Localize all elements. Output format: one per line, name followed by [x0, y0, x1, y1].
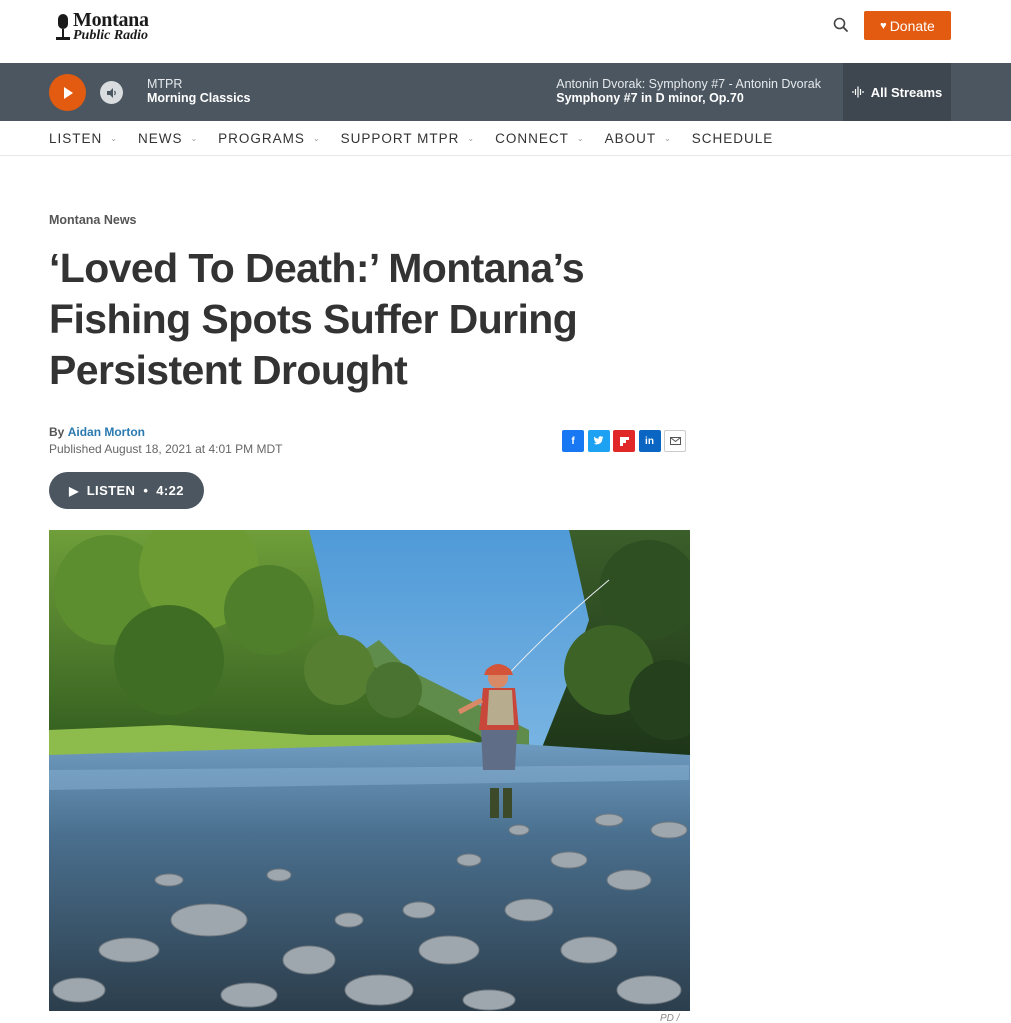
heart-icon: ♥: [880, 19, 887, 32]
all-streams-button[interactable]: All Streams: [843, 63, 951, 121]
now-playing-title: Symphony #7 in D minor, Op.70: [556, 90, 744, 105]
article-photo: [49, 530, 690, 1011]
logo-line-1: Montana: [73, 9, 149, 31]
site-logo[interactable]: Montana Public Radio: [56, 10, 149, 43]
search-icon[interactable]: [831, 15, 851, 35]
nav-item-programs[interactable]: PROGRAMS ⌄: [218, 131, 320, 146]
nav-label: ABOUT: [604, 130, 657, 146]
all-streams-label: All Streams: [870, 84, 943, 100]
nav-item-schedule[interactable]: SCHEDULE: [692, 131, 774, 146]
published-date: Published August 18, 2021 at 4:01 PM MDT: [49, 442, 283, 456]
listen-label: LISTEN: [86, 483, 136, 498]
nav-label: SCHEDULE: [691, 130, 774, 146]
fly-fishing-river-image: [49, 530, 690, 1011]
article-category[interactable]: Montana News: [49, 213, 137, 227]
separator-dot: •: [143, 483, 149, 498]
twitter-icon[interactable]: [587, 430, 610, 452]
photo-credit: PD /: [660, 1013, 680, 1023]
nav-label: LISTEN: [49, 130, 103, 146]
play-button[interactable]: [49, 74, 86, 111]
chevron-down-icon: ⌄: [110, 133, 118, 143]
chevron-down-icon: ⌄: [467, 133, 476, 143]
linkedin-icon[interactable]: in: [638, 430, 661, 452]
live-stream-player: MTPR Morning Classics Antonin Dvorak: Sy…: [0, 63, 1011, 121]
play-icon: ▶: [69, 483, 79, 498]
logo-line-2: Public Radio: [73, 28, 149, 43]
nav-label: SUPPORT MTPR: [340, 130, 460, 146]
volume-button[interactable]: [100, 81, 123, 104]
audio-wave-icon: [852, 86, 864, 98]
nav-label: CONNECT: [495, 130, 569, 146]
nav-item-news[interactable]: NEWS ⌄: [138, 131, 198, 146]
nav-item-listen[interactable]: LISTEN ⌄: [49, 131, 118, 146]
donate-button[interactable]: ♥ Donate: [864, 11, 951, 40]
byline: By Aidan Morton: [49, 425, 145, 439]
speaker-icon: [106, 87, 116, 98]
chevron-down-icon: ⌄: [664, 133, 672, 143]
nav-item-connect[interactable]: CONNECT ⌄: [495, 131, 584, 146]
station-call-sign: MTPR: [147, 77, 183, 91]
nav-label: PROGRAMS: [218, 130, 305, 146]
byline-by: By: [49, 425, 65, 439]
chevron-down-icon: ⌄: [190, 133, 199, 143]
main-navigation: LISTEN ⌄ NEWS ⌄ PROGRAMS ⌄ SUPPORT MTPR ⌄ CO…: [0, 121, 1011, 156]
listen-button[interactable]: ▶ LISTEN • 4:22: [49, 472, 204, 509]
listen-duration: 4:22: [156, 483, 184, 498]
station-info: MTPR Morning Classics: [147, 77, 251, 106]
article-headline: ‘Loved To Death:’ Montana’s Fishing Spot…: [49, 245, 585, 393]
flipboard-icon[interactable]: [613, 430, 635, 452]
author-link[interactable]: Aidan Morton: [68, 425, 145, 439]
nav-item-about[interactable]: ABOUT ⌄: [605, 131, 672, 146]
facebook-icon[interactable]: f: [562, 430, 584, 452]
chevron-down-icon: ⌄: [576, 133, 585, 143]
now-playing: Antonin Dvorak: Symphony #7 - Antonin Dv…: [556, 77, 821, 106]
email-icon[interactable]: [664, 430, 686, 452]
microphone-icon: [56, 13, 70, 40]
nav-label: NEWS: [137, 130, 183, 146]
play-icon: [63, 86, 73, 99]
nav-item-support[interactable]: SUPPORT MTPR ⌄: [341, 131, 475, 146]
share-buttons: f in: [562, 430, 690, 452]
now-playing-piece: Antonin Dvorak: Symphony #7 - Antonin Dv…: [556, 77, 821, 91]
site-header: Montana Public Radio ♥ Donate: [0, 0, 1011, 63]
show-name: Morning Classics: [147, 90, 251, 105]
donate-label: Donate: [889, 17, 935, 34]
chevron-down-icon: ⌄: [312, 133, 321, 143]
